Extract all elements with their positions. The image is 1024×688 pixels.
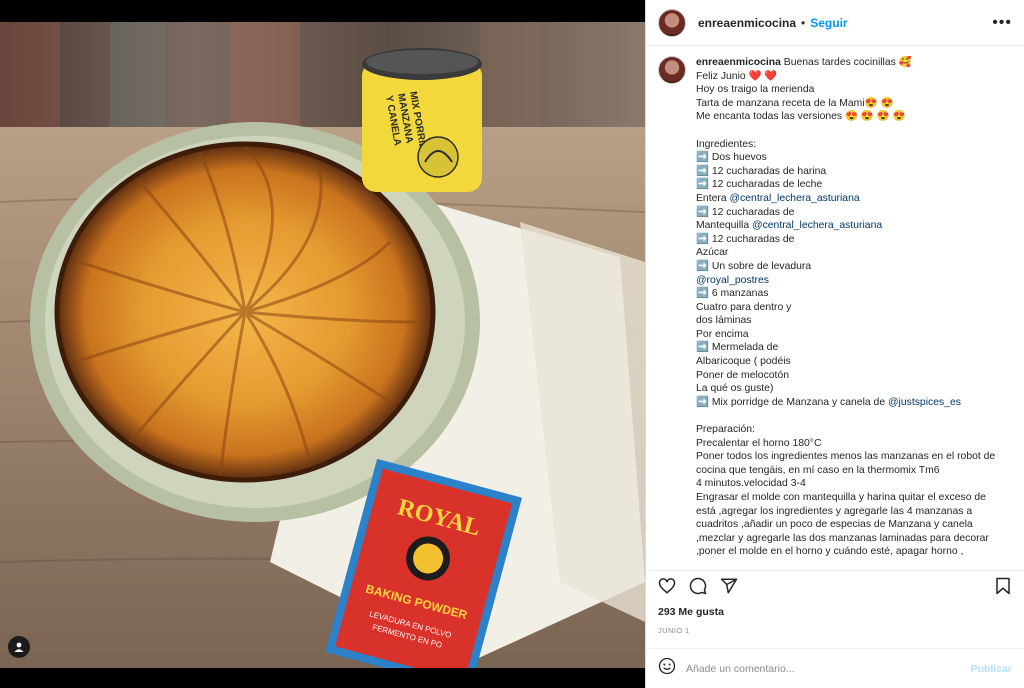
mention-link[interactable]: @justspices_es	[888, 397, 961, 408]
caption-line: ➡️ Mix porridge de Manzana y canela de	[696, 396, 888, 408]
action-bar	[646, 570, 1024, 600]
caption-line: Ingredientes:	[696, 138, 757, 150]
comment-input[interactable]	[686, 662, 971, 675]
caption-line: ➡️ 12 cucharadas de leche	[696, 179, 823, 191]
mention-link[interactable]: @central_lechera_asturiana	[752, 220, 882, 231]
caption-line: ,mezclar y agregarle las dos manzanas la…	[696, 532, 989, 544]
caption-line: Cuatro para dentro y	[696, 301, 792, 313]
caption-line: ➡️ 12 cucharadas de	[696, 233, 795, 245]
mention-link[interactable]: @royal_postres	[696, 275, 769, 286]
caption-line: Poner todos los ingredientes menos las m…	[696, 451, 996, 463]
publish-button[interactable]: Publicar	[971, 663, 1012, 675]
caption-line: Me encanta todas las versiones 😍 😍 😍 😍	[696, 111, 906, 123]
caption-line: ,poner el molde en el horno y cuándo est…	[696, 546, 964, 558]
caption-line: está ,agregar los ingredientes y agregar…	[696, 505, 973, 517]
caption-line: Feliz Junio ❤️ ❤️	[696, 70, 778, 82]
caption-line: Precalentar el horno 180°C	[696, 437, 822, 449]
caption-username[interactable]: enreaenmicocina	[696, 57, 781, 68]
bookmark-icon[interactable]	[992, 575, 1014, 597]
post-media[interactable]: MIX PORRIDGE MANZANA Y CANELA ROYAL BAKI…	[0, 0, 645, 688]
caption-line: Albaricoque ( podéis	[696, 356, 791, 368]
caption-line: Preparación:	[696, 424, 755, 436]
caption-line: 4 minutos.velocidad 3-4	[696, 478, 806, 490]
caption-line: ➡️ 12 cucharadas de harina	[696, 165, 827, 177]
emoji-icon[interactable]	[658, 657, 676, 680]
caption-container: enreaenmicocina Buenas tardes cocinillas…	[658, 56, 1016, 560]
like-count[interactable]: 293 Me gusta	[658, 606, 724, 618]
caption-line: Engrasar el molde con mantequilla y hari…	[696, 492, 986, 503]
caption-line: Tarta de manzana receta de la Mami😍 😍	[696, 97, 894, 109]
mention-link[interactable]: @central_lechera_asturiana	[730, 193, 860, 204]
caption-line: Mantequilla	[696, 220, 753, 232]
avatar[interactable]	[658, 8, 686, 37]
caption-avatar[interactable]	[658, 56, 686, 84]
caption-text: enreaenmicocina Buenas tardes cocinillas…	[696, 56, 1011, 560]
caption-line: ➡️ 6 manzanas	[696, 288, 769, 300]
caption-line: Poner de melocotón	[696, 369, 789, 381]
post-header: enreaenmicocina • Seguir •••	[646, 0, 1024, 46]
caption-line: dos láminas	[696, 315, 752, 327]
post-photo[interactable]: MIX PORRIDGE MANZANA Y CANELA ROYAL BAKI…	[0, 22, 645, 668]
caption-line: ➡️ 12 cucharadas de	[696, 206, 795, 218]
header-separator: •	[801, 15, 806, 30]
comment-bar: Publicar	[646, 648, 1024, 688]
user-tag-icon[interactable]	[8, 636, 30, 658]
caption-line: Azúcar	[696, 247, 729, 259]
more-horizontal-icon[interactable]: •••	[992, 14, 1012, 32]
caption-line: Buenas tardes cocinillas 🥰	[780, 57, 912, 68]
follow-button[interactable]: Seguir	[810, 16, 847, 30]
caption-line: Por encima	[696, 328, 749, 340]
caption-line: Entera	[696, 192, 730, 204]
caption-line: La qué os guste)	[696, 383, 774, 395]
caption-line: ➡️ Dos huevos	[696, 152, 767, 164]
heart-icon[interactable]	[656, 575, 678, 597]
tart-photo: MIX PORRIDGE MANZANA Y CANELA ROYAL BAKI…	[0, 22, 645, 668]
caption-line: cocina que tengáis, en mí caso en la the…	[696, 464, 940, 476]
header-username[interactable]: enreaenmicocina	[698, 16, 796, 30]
caption-line: Hoy os traigo la merienda	[696, 84, 815, 96]
caption-line: cuadritos ,añadir un poco de especias de…	[696, 519, 973, 531]
post-sidebar: enreaenmicocina • Seguir ••• enreaenmico…	[645, 0, 1024, 688]
comment-icon[interactable]	[687, 575, 709, 597]
post-date[interactable]: JUNIO 1	[658, 626, 690, 635]
caption-line: ➡️ Mermelada de	[696, 342, 779, 354]
caption-line: ➡️ Un sobre de levadura	[696, 260, 812, 272]
share-icon[interactable]	[718, 575, 740, 597]
